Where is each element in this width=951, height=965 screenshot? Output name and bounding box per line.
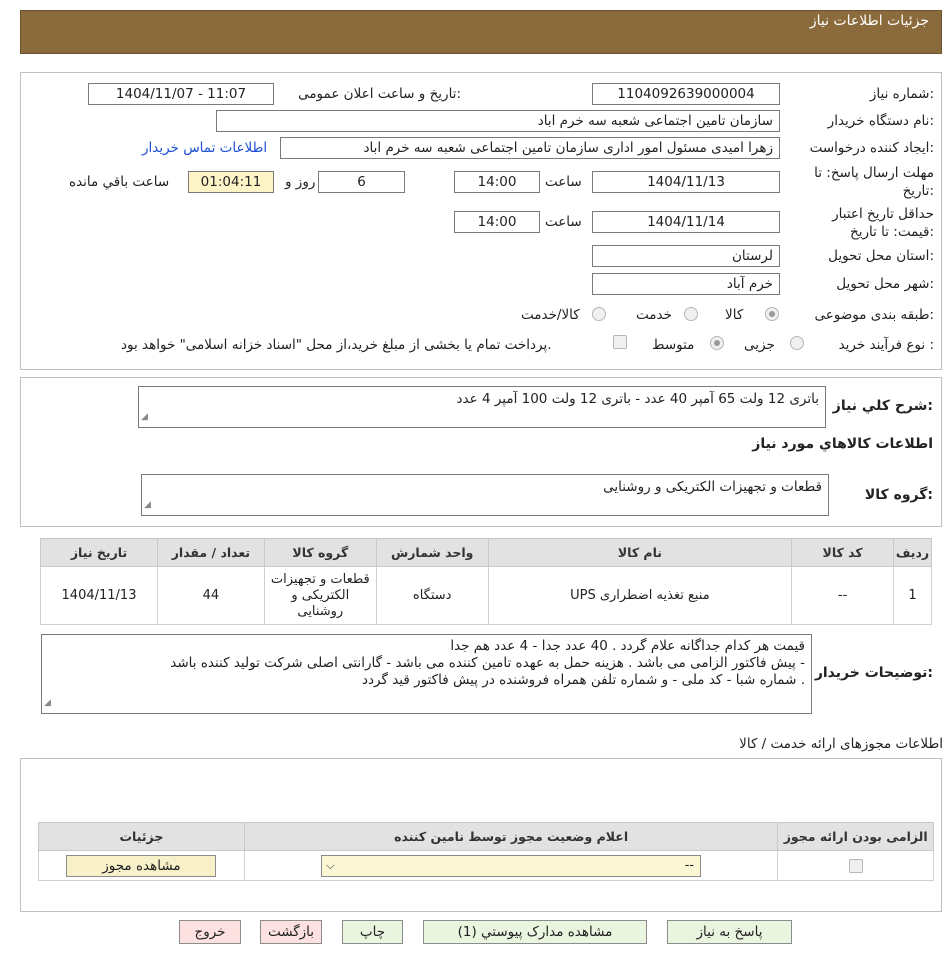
province-label: استان محل تحویل: xyxy=(828,248,934,264)
cell-permit-status: -- ⌵ xyxy=(243,850,779,881)
category-radio-goods[interactable] xyxy=(765,307,779,321)
buyer-org-field: سازمان تامین اجتماعی شعبه سه خرم اباد xyxy=(216,110,780,132)
page-header xyxy=(20,10,942,54)
cell-need-date: 1404/11/13 xyxy=(40,566,158,625)
exit-button[interactable]: خروج xyxy=(179,920,241,944)
process-radio-minor[interactable] xyxy=(790,336,804,350)
validity-time-label: ساعت xyxy=(545,214,582,230)
days-label: روز و xyxy=(285,174,316,190)
validity-date-field: 1404/11/14 xyxy=(592,211,780,233)
category-radio-service[interactable] xyxy=(684,307,698,321)
category-label: طبقه بندی موضوعی: xyxy=(814,307,934,323)
need-number-field: 1104092639000004 xyxy=(592,83,780,105)
attachments-button[interactable]: مشاهده مدارک پیوستي (1) xyxy=(423,920,647,944)
resize-grip-icon[interactable]: ◢ xyxy=(141,409,148,426)
col-permit-status: اعلام وضعیت مجوز توسط نامین کننده xyxy=(243,822,779,851)
cell-goods-code: -- xyxy=(791,566,895,625)
process-label: نوع فرآیند خرید : xyxy=(838,337,934,353)
cell-goods-name: منبع تغذیه اضطراری UPS xyxy=(487,566,793,625)
col-quantity: تعداد / مقدار xyxy=(157,538,265,567)
category-option-goods: کالا xyxy=(725,307,744,323)
category-option-goods-service: کالا/خدمت xyxy=(521,307,580,323)
col-goods-name: نام کالا xyxy=(487,538,793,567)
category-radio-goods-service[interactable] xyxy=(592,307,606,321)
col-need-date: تاریخ نیاز xyxy=(40,538,158,567)
goods-table: ردیف کد کالا نام کالا واحد شمارش گروه کا… xyxy=(40,538,932,625)
goods-group-textarea[interactable]: قطعات و تجهیزات الکتریکی و روشنایی ◢ xyxy=(141,474,829,516)
deadline-time-field: 14:00 xyxy=(454,171,540,193)
cell-row-number: 1 xyxy=(893,566,932,625)
buyer-notes-line: پیش فاکتور الزامی می باشد . هزینه حمل به… xyxy=(170,655,805,671)
cell-unit: دستگاه xyxy=(375,566,489,625)
col-row-number: ردیف xyxy=(893,538,932,567)
col-unit: واحد شمارش xyxy=(375,538,489,567)
buyer-notes-label: توضیحات خریدار: xyxy=(814,665,933,681)
buyer-notes-line: شماره شبا - کد ملی - و شماره تلفن همراه … xyxy=(362,672,805,688)
need-number-label: شماره نیاز: xyxy=(869,86,934,102)
goods-group-label: گروه کالا: xyxy=(864,487,933,503)
chevron-down-icon: ⌵ xyxy=(326,858,335,872)
days-remaining-field: 6 xyxy=(318,171,405,193)
permits-table-header: الزامی بودن ارائه مجوز اعلام وضعیت مجوز … xyxy=(38,822,934,851)
announce-date-field: 1404/11/07 - 11:07 xyxy=(88,83,274,105)
buyer-org-label: نام دستگاه خریدار: xyxy=(827,113,934,129)
back-button[interactable]: بازگشت xyxy=(260,920,322,944)
summary-label: شرح كلي نياز: xyxy=(832,398,933,414)
process-option-medium: متوسط xyxy=(652,337,695,353)
permit-status-value: -- xyxy=(684,857,695,873)
col-permit-details: جزئیات xyxy=(38,822,245,851)
payment-note: پرداخت تمام یا بخشی از مبلغ خرید،از محل … xyxy=(121,337,552,353)
deadline-date-field: 1404/11/13 xyxy=(592,171,780,193)
goods-group-text: قطعات و تجهیزات الکتریکی و روشنایی xyxy=(603,479,822,495)
buyer-notes-textarea[interactable]: قیمت هر کدام جداگانه علام گردد . 40 عدد … xyxy=(41,634,812,714)
table-row: 1 -- منبع تغذیه اضطراری UPS دستگاه قطعات… xyxy=(40,566,932,625)
resize-grip-icon[interactable]: ◢ xyxy=(144,497,151,514)
col-goods-code: کد کالا xyxy=(791,538,895,567)
process-option-minor: جزیی xyxy=(744,337,775,353)
permit-required-checkbox[interactable] xyxy=(848,858,863,873)
summary-textarea[interactable]: باتری 12 ولت 65 آمپر 40 عدد - باتری 12 و… xyxy=(138,386,826,428)
province-field: لرستان xyxy=(592,245,780,267)
validity-label: حداقل تاریخ اعتبار قیمت: تا تاریخ: xyxy=(832,206,934,240)
process-radio-medium[interactable] xyxy=(710,336,724,350)
permits-title: اطلاعات مجوزهای ارائه خدمت / کالا xyxy=(739,736,943,752)
buyer-contact-link[interactable]: اطلاعات تماس خریدار xyxy=(142,140,267,156)
time-remaining-label: ساعت باقي مانده xyxy=(69,174,170,190)
cell-goods-group: قطعات و تجهیزات الکتریکی و روشنایی xyxy=(263,566,377,625)
validity-time-field: 14:00 xyxy=(454,211,540,233)
cell-permit-required xyxy=(777,850,934,881)
time-remaining-field: 01:04:11 xyxy=(188,171,274,193)
print-button[interactable]: چاپ xyxy=(342,920,403,944)
creator-field: زهرا امیدی مسئول امور اداری سازمان تامین… xyxy=(280,137,780,159)
summary-text: باتری 12 ولت 65 آمپر 40 عدد - باتری 12 و… xyxy=(456,391,819,407)
page-title: جزئیات اطلاعات نیاز xyxy=(809,13,929,29)
buyer-notes-line: قیمت هر کدام جداگانه علام گردد . 40 عدد … xyxy=(450,638,805,654)
cell-permit-details: مشاهده مجوز xyxy=(38,850,245,881)
deadline-label: مهلت ارسال پاسخ: تا تاریخ: xyxy=(814,165,934,199)
cell-quantity: 44 xyxy=(157,566,265,625)
col-goods-group: گروه کالا xyxy=(263,538,377,567)
permit-status-select[interactable]: -- ⌵ xyxy=(321,854,702,877)
permits-table: الزامی بودن ارائه مجوز اعلام وضعیت مجوز … xyxy=(38,822,934,881)
category-option-service: خدمت xyxy=(636,307,672,323)
reply-button[interactable]: پاسخ به نیاز xyxy=(667,920,792,944)
view-permit-button[interactable]: مشاهده مجوز xyxy=(66,854,217,877)
resize-grip-icon[interactable]: ◢ xyxy=(44,695,51,712)
col-permit-required: الزامی بودن ارائه مجوز xyxy=(777,822,934,851)
table-row: -- ⌵ مشاهده مجوز xyxy=(38,850,934,881)
deadline-time-label: ساعت xyxy=(545,174,582,190)
creator-label: ایجاد کننده درخواست: xyxy=(809,140,934,156)
announce-date-label: تاریخ و ساعت اعلان عمومی: xyxy=(298,86,461,102)
treasury-checkbox[interactable] xyxy=(613,335,627,349)
city-label: شهر محل تحویل: xyxy=(836,276,934,292)
goods-info-title: اطلاعات كالاهاي مورد نياز xyxy=(752,436,933,452)
city-field: خرم آباد xyxy=(592,273,780,295)
goods-table-header: ردیف کد کالا نام کالا واحد شمارش گروه کا… xyxy=(40,538,932,567)
